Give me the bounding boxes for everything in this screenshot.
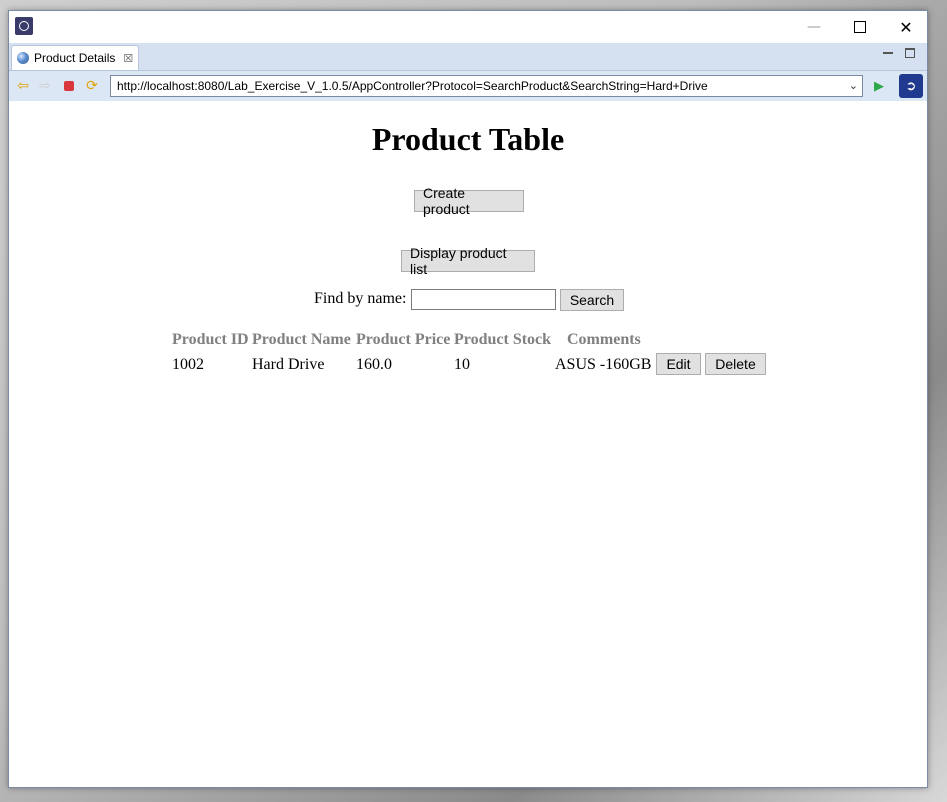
tab-product-details[interactable]: Product Details ☒ [11, 45, 139, 70]
window-maximize-button[interactable] [837, 11, 883, 43]
external-browser-icon[interactable]: ➲ [899, 74, 923, 98]
maximize-icon [854, 21, 866, 33]
find-by-name-label: Find by name: [314, 290, 407, 307]
browser-window: — ✕ Product Details ☒ ⇦ ⇨ ⟳ http://local… [8, 10, 928, 788]
window-close-button[interactable]: ✕ [883, 11, 929, 43]
cell-product-id: 1002 [172, 356, 204, 373]
url-text: http://localhost:8080/Lab_Exercise_V_1.0… [117, 79, 708, 93]
header-product-name: Product Name [252, 331, 351, 348]
view-controls [883, 48, 915, 58]
header-product-id: Product ID [172, 331, 249, 348]
page-content: Product Table Create product Display pro… [9, 101, 927, 787]
refresh-icon[interactable]: ⟳ [84, 78, 100, 94]
header-comments: Comments [567, 331, 641, 348]
page-title: Product Table [371, 121, 565, 157]
tab-bar: Product Details ☒ [9, 43, 927, 71]
delete-button[interactable]: Delete [705, 353, 766, 375]
cell-product-stock: 10 [454, 356, 470, 373]
search-button[interactable]: Search [560, 289, 624, 311]
title-bar: — ✕ [9, 11, 927, 43]
cell-comments: ASUS -160GB [555, 356, 652, 373]
stop-icon[interactable] [61, 78, 77, 94]
tab-label: Product Details [34, 51, 116, 65]
edit-button[interactable]: Edit [656, 353, 701, 375]
forward-arrow-icon[interactable]: ⇨ [37, 78, 53, 94]
back-arrow-icon[interactable]: ⇦ [15, 78, 31, 94]
tab-close-icon[interactable]: ☒ [123, 52, 133, 65]
header-product-price: Product Price [356, 331, 451, 348]
go-play-icon[interactable]: ▶ [871, 78, 887, 94]
eclipse-app-icon [15, 17, 33, 35]
cell-product-name: Hard Drive [252, 356, 325, 373]
globe-icon [17, 52, 29, 64]
view-minimize-icon[interactable] [883, 52, 893, 54]
address-bar[interactable]: http://localhost:8080/Lab_Exercise_V_1.0… [110, 75, 863, 97]
window-minimize-button[interactable]: — [791, 11, 837, 43]
create-product-button[interactable]: Create product [414, 185, 524, 217]
navigation-bar: ⇦ ⇨ ⟳ http://localhost:8080/Lab_Exercise… [9, 71, 927, 101]
search-input[interactable] [411, 289, 556, 310]
cell-product-price: 160.0 [356, 356, 392, 373]
view-maximize-icon[interactable] [905, 48, 915, 58]
display-product-list-button[interactable]: Display product list [401, 245, 535, 277]
header-product-stock: Product Stock [454, 331, 552, 348]
chevron-down-icon[interactable]: ⌄ [849, 76, 858, 96]
